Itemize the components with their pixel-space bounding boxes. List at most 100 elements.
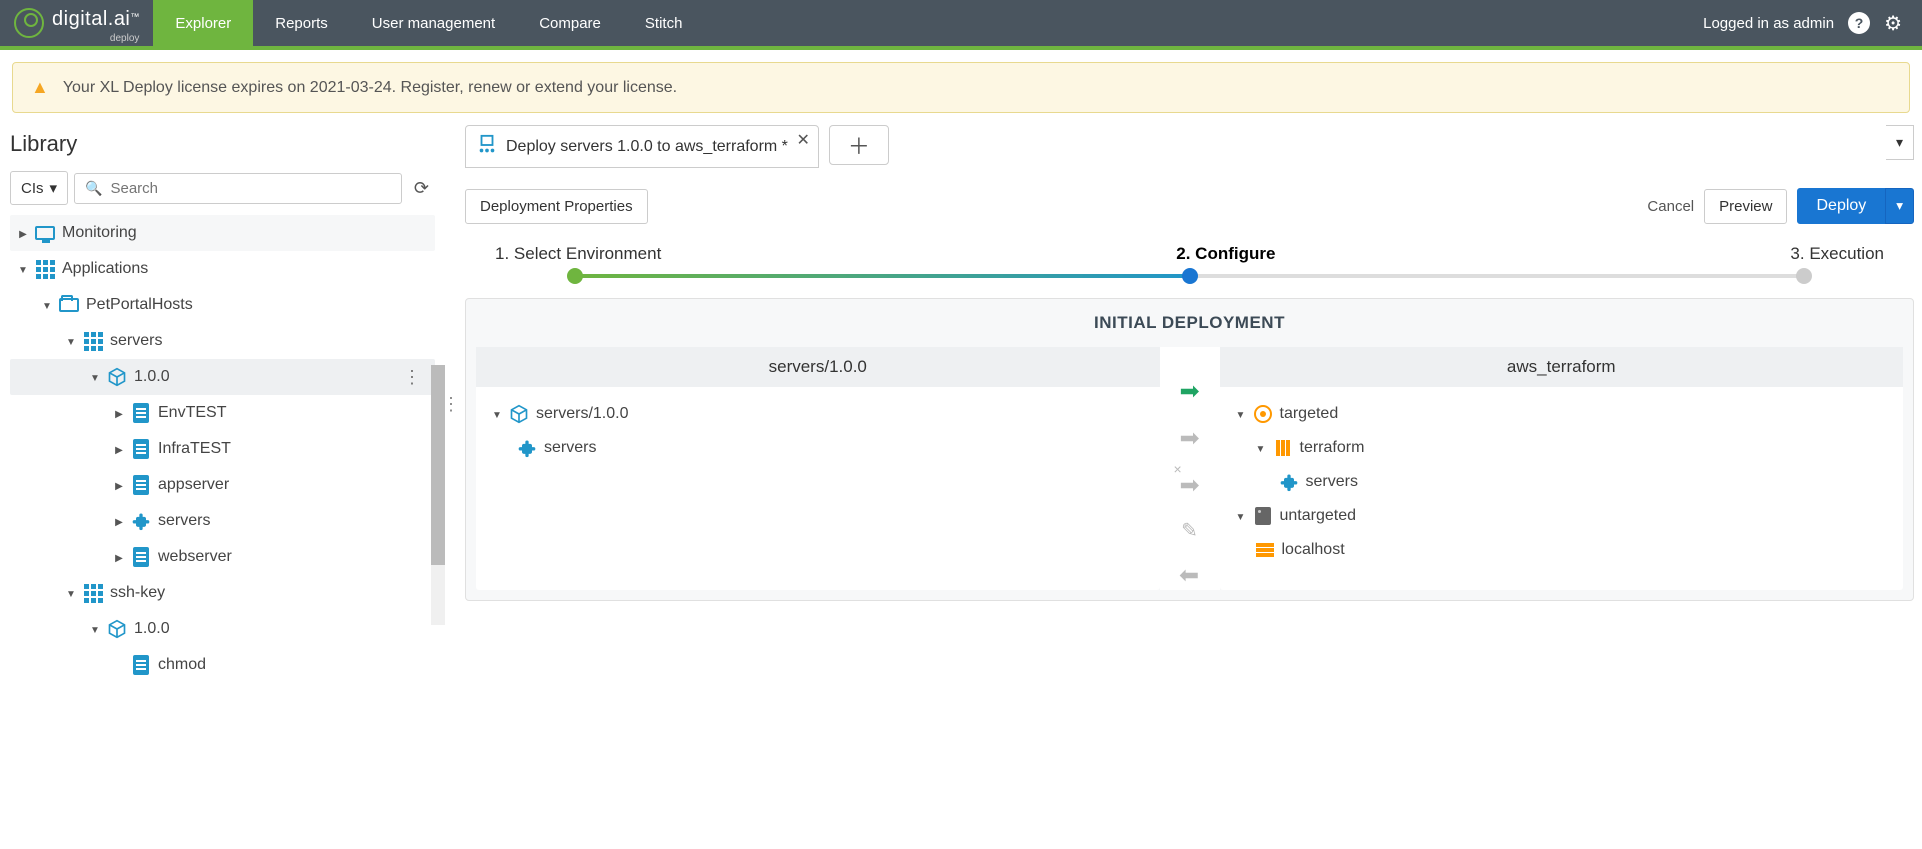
target-targeted[interactable]: targeted — [1230, 397, 1894, 431]
tree-servers-leaf[interactable]: servers — [10, 503, 435, 539]
more-icon[interactable]: ⋮ — [395, 367, 429, 388]
apps-icon — [36, 260, 55, 279]
tab-menu[interactable]: ▾ — [1886, 125, 1914, 160]
package-icon — [106, 618, 128, 640]
target-icon — [1254, 405, 1272, 423]
main-nav: Explorer Reports User management Compare… — [153, 0, 704, 46]
step-dot-2 — [1182, 268, 1198, 284]
brand-logo: digital.ai™ deploy — [0, 8, 153, 38]
file-icon — [133, 547, 149, 567]
add-tab-button[interactable]: ＋ — [829, 125, 889, 165]
brand-name: digital.ai — [52, 8, 130, 30]
edit-icon[interactable]: ✎ — [1181, 518, 1198, 543]
target-column: aws_terraform targeted terraform — [1220, 347, 1904, 590]
host-icon — [1256, 543, 1274, 557]
nav-explorer[interactable]: Explorer — [153, 0, 253, 46]
cis-dropdown[interactable]: CIs ▾ — [10, 171, 68, 205]
accent-line — [0, 46, 1922, 50]
tree-servers[interactable]: servers — [10, 323, 435, 359]
deploy-icon — [476, 134, 498, 159]
license-warning: ▲ Your XL Deploy license expires on 2021… — [12, 62, 1910, 113]
deployment-properties-button[interactable]: Deployment Properties — [465, 189, 648, 224]
source-item-servers[interactable]: servers — [486, 431, 1150, 465]
target-localhost[interactable]: localhost — [1230, 533, 1894, 567]
map-right-active-icon[interactable]: ➡ — [1179, 377, 1199, 406]
step-2: 2. Configure — [1176, 244, 1275, 264]
search-input[interactable] — [110, 180, 390, 197]
file-icon — [133, 403, 149, 423]
search-box[interactable]: 🔍 — [74, 173, 402, 204]
help-icon[interactable]: ? — [1848, 12, 1870, 34]
step-dot-3 — [1796, 268, 1812, 284]
close-icon[interactable]: ✕ — [796, 130, 809, 150]
map-right-icon[interactable]: ➡ — [1179, 424, 1199, 453]
deployment-title: INITIAL DEPLOYMENT — [466, 299, 1913, 347]
nav-reports[interactable]: Reports — [253, 0, 350, 46]
cancel-button[interactable]: Cancel — [1647, 198, 1694, 215]
sidebar-title: Library — [10, 131, 435, 157]
target-untargeted[interactable]: untargeted — [1230, 499, 1894, 533]
server-icon — [1255, 507, 1271, 525]
tree-sshkey-v[interactable]: 1.0.0 — [10, 611, 435, 647]
wizard-stepper: 1. Select Environment 2. Configure 3. Ex… — [495, 244, 1884, 278]
source-column: servers/1.0.0 servers/1.0.0 — [476, 347, 1160, 590]
scrollbar[interactable] — [431, 365, 445, 625]
deploy-button[interactable]: Deploy — [1797, 188, 1885, 224]
package-icon — [508, 403, 530, 425]
tree-version-100[interactable]: 1.0.0 ⋮ — [10, 359, 435, 395]
file-icon — [133, 475, 149, 495]
library-tree: Monitoring Applications PetPortalHosts s… — [10, 215, 435, 683]
login-status: Logged in as admin — [1703, 15, 1834, 32]
deploy-dropdown[interactable]: ▾ — [1885, 188, 1914, 224]
library-sidebar: Library CIs ▾ 🔍 ⟳ Monitoring Application… — [0, 125, 445, 683]
target-servers[interactable]: servers — [1230, 465, 1894, 499]
apps-icon — [84, 584, 103, 603]
file-icon — [133, 655, 149, 675]
monitor-icon — [35, 226, 55, 240]
step-3: 3. Execution — [1790, 244, 1884, 264]
nav-stitch[interactable]: Stitch — [623, 0, 705, 46]
apps-icon — [84, 332, 103, 351]
step-1: 1. Select Environment — [495, 244, 661, 264]
tree-infratest[interactable]: InfraTEST — [10, 431, 435, 467]
tree-applications[interactable]: Applications — [10, 251, 435, 287]
tab-title: Deploy servers 1.0.0 to aws_terraform * — [506, 138, 788, 156]
mapping-controls: ➡ ➡ ➡ ✎ ➡ — [1160, 347, 1220, 590]
tree-chmod[interactable]: chmod — [10, 647, 435, 683]
tree-sshkey[interactable]: ssh-key — [10, 575, 435, 611]
gear-icon[interactable]: ⚙ — [1884, 11, 1902, 36]
rocket-icon — [14, 8, 44, 38]
tree-appserver[interactable]: appserver — [10, 467, 435, 503]
deployment-panel: INITIAL DEPLOYMENT servers/1.0.0 servers… — [465, 298, 1914, 601]
target-header: aws_terraform — [1220, 347, 1904, 387]
warning-text: Your XL Deploy license expires on 2021-0… — [63, 79, 677, 97]
refresh-icon[interactable]: ⟳ — [408, 172, 435, 205]
nav-compare[interactable]: Compare — [517, 0, 623, 46]
source-pkg[interactable]: servers/1.0.0 — [486, 397, 1150, 431]
target-terraform[interactable]: terraform — [1230, 431, 1894, 465]
step-dot-1 — [567, 268, 583, 284]
search-icon: 🔍 — [85, 180, 102, 197]
chevron-down-icon: ▾ — [50, 179, 58, 197]
puzzle-icon — [516, 437, 538, 459]
preview-button[interactable]: Preview — [1704, 189, 1787, 224]
splitter[interactable]: ⋮ — [445, 125, 457, 683]
file-icon — [133, 439, 149, 459]
deploy-tab[interactable]: Deploy servers 1.0.0 to aws_terraform * … — [465, 125, 819, 168]
puzzle-icon — [130, 510, 152, 532]
source-header: servers/1.0.0 — [476, 347, 1160, 387]
puzzle-icon — [1278, 471, 1300, 493]
tree-envtest[interactable]: EnvTEST — [10, 395, 435, 431]
tree-petportal[interactable]: PetPortalHosts — [10, 287, 435, 323]
unmap-icon[interactable]: ➡ — [1179, 471, 1199, 500]
brand-sub: deploy — [56, 33, 139, 44]
map-left-icon[interactable]: ➡ — [1179, 561, 1199, 590]
folder-icon — [59, 298, 79, 312]
tree-webserver[interactable]: webserver — [10, 539, 435, 575]
package-icon — [106, 366, 128, 388]
warn-icon: ▲ — [31, 77, 49, 98]
app-header: digital.ai™ deploy Explorer Reports User… — [0, 0, 1922, 46]
terraform-icon — [1276, 440, 1290, 456]
nav-user-mgmt[interactable]: User management — [350, 0, 517, 46]
tree-monitoring[interactable]: Monitoring — [10, 215, 435, 251]
